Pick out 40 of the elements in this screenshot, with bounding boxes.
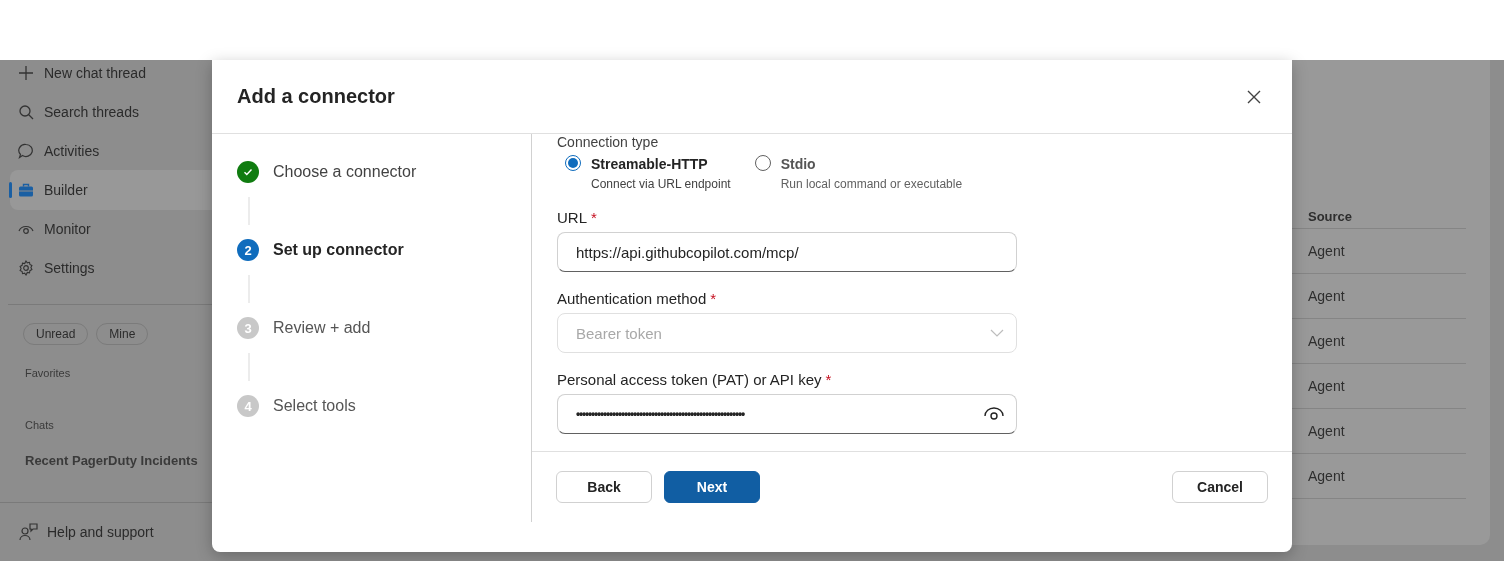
help-people-icon: [19, 523, 39, 541]
chat-item[interactable]: Recent PagerDuty Incidents: [0, 453, 212, 468]
close-icon[interactable]: [1246, 88, 1262, 105]
eye-icon[interactable]: [984, 406, 1004, 422]
cancel-button[interactable]: Cancel: [1172, 471, 1268, 503]
nav-item[interactable]: Monitor: [10, 209, 212, 249]
required-mark: *: [825, 371, 832, 388]
step-label: Select tools: [273, 397, 356, 415]
required-mark: *: [710, 290, 717, 307]
step-label: Review + add: [273, 319, 371, 337]
field-label: Authentication method: [557, 290, 707, 307]
required-mark: *: [591, 209, 597, 226]
radio-label: Streamable-HTTP: [591, 156, 709, 172]
next-button[interactable]: Next: [664, 471, 760, 503]
radio-description: Run local command or executable: [780, 177, 963, 191]
nav-item[interactable]: Settings: [10, 248, 212, 288]
plus-icon: [18, 65, 34, 81]
field-label: URL: [557, 209, 587, 226]
nav-item[interactable]: Search threads: [10, 92, 212, 132]
section-heading: Favorites: [24, 367, 72, 379]
url-field[interactable]: https://api.githubcopilot.com/mcp/: [557, 232, 1017, 272]
step-number: 2: [237, 239, 259, 261]
chat-bubble-icon: [18, 143, 34, 159]
radio-label: Stdio: [780, 156, 817, 172]
back-button[interactable]: Back: [556, 471, 652, 503]
token-field[interactable]: ••••••••••••••••••••••••••••••••••••••••••••••••••••••••: [557, 394, 1017, 434]
dialog-title: Add a connector: [237, 85, 395, 108]
step-label: Choose a connector: [273, 163, 417, 181]
search-icon: [18, 104, 34, 120]
section-heading: Chats: [24, 419, 55, 431]
nav-item[interactable]: New chat thread: [10, 53, 212, 93]
help-link[interactable]: Help and support: [47, 524, 154, 540]
gear-icon: [18, 260, 34, 276]
nav-item[interactable]: Activities: [10, 131, 212, 171]
step-label: Set up connector: [273, 241, 404, 259]
briefcase-icon: [18, 182, 34, 198]
radio-description: Connect via URL endpoint: [591, 177, 731, 191]
field-label: Connection type: [557, 134, 660, 150]
field-label: Personal access token (PAT) or API key: [557, 371, 822, 388]
nav-item[interactable]: Builder: [10, 170, 212, 210]
